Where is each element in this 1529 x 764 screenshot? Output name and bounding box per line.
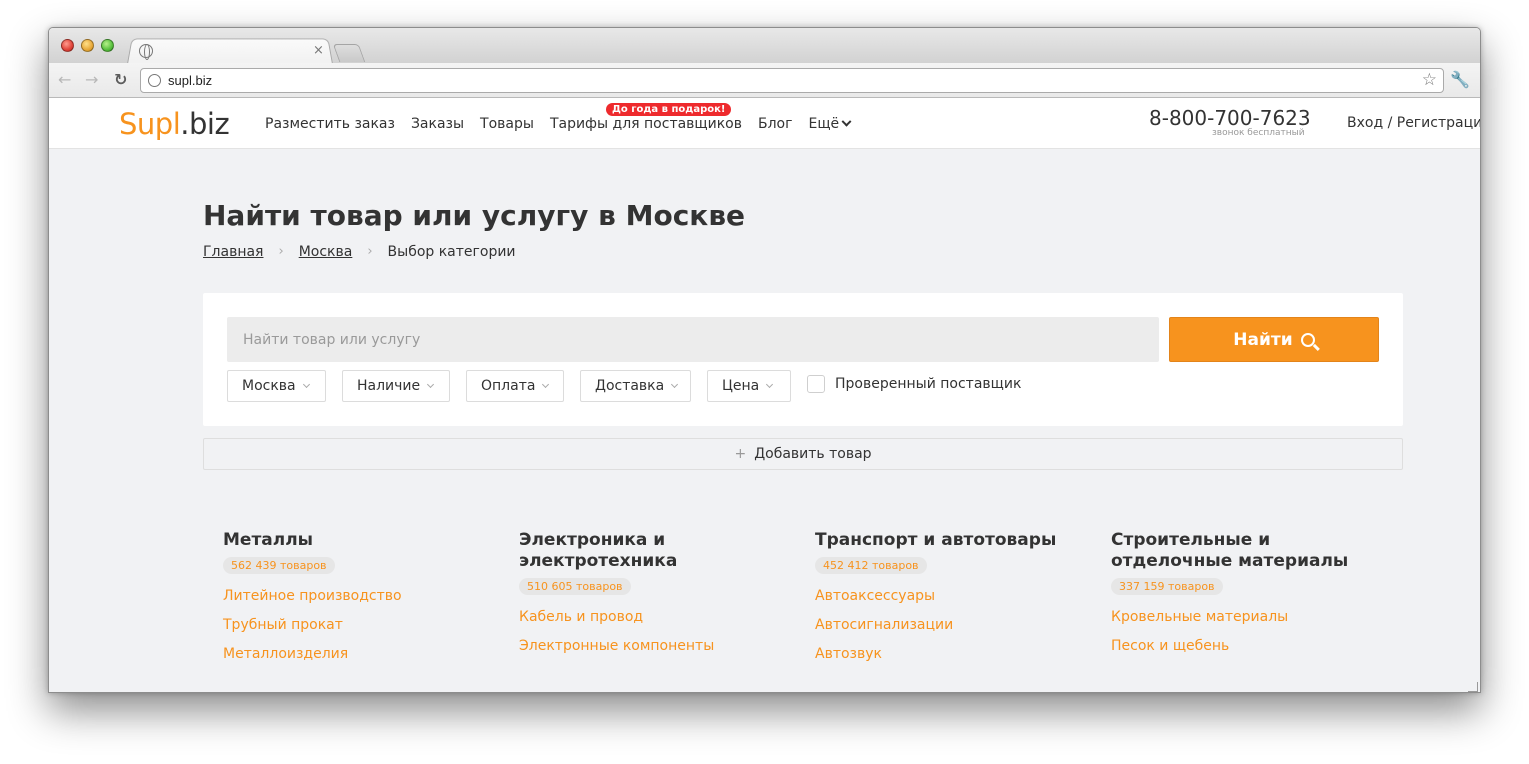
back-arrow-icon[interactable]: ← [58,71,71,89]
menu-item-orders[interactable]: Заказы [411,116,464,132]
breadcrumb-separator: › [367,244,373,259]
address-bar-url[interactable]: supl.biz [168,73,212,88]
category-block: Строительные и отделочные материалы 337 … [1111,530,1391,667]
site-globe-icon [148,74,161,87]
zoom-window-button[interactable] [101,39,114,52]
page-title: Найти товар или услугу в Москве [203,199,746,232]
search-card: Найти Москва Наличие Оплата Доставка Цен… [203,293,1403,426]
filter-payment[interactable]: Оплата [466,370,564,402]
site-logo[interactable]: Supl.biz [119,107,230,141]
subcategory-link[interactable]: Автоаксессуары [815,588,1095,604]
category-count-badge: 337 159 товаров [1111,578,1223,595]
category-title[interactable]: Металлы [223,530,503,551]
subcategory-link[interactable]: Трубный прокат [223,617,503,633]
browser-toolbar: ← → ↻ supl.biz ☆ 🔧 [49,63,1480,98]
category-block: Электроника и электротехника 510 605 тов… [519,530,719,667]
tab-close-icon[interactable]: × [313,43,324,58]
logo-part-1: Supl [119,107,181,141]
subcategory-link[interactable]: Металлоизделия [223,646,503,662]
search-button[interactable]: Найти [1169,317,1379,362]
filter-price[interactable]: Цена [707,370,791,402]
chevron-down-icon [841,116,852,127]
minimize-window-button[interactable] [81,39,94,52]
subcategory-link[interactable]: Электронные компоненты [519,638,719,654]
category-block: Транспорт и автотовары 452 412 товаров А… [815,530,1095,675]
category-title[interactable]: Строительные и отделочные материалы [1111,530,1391,572]
category-count-badge: 562 439 товаров [223,557,335,574]
bookmark-star-icon[interactable]: ☆ [1422,70,1437,90]
category-title[interactable]: Транспорт и автотовары [815,530,1095,551]
category-links: Кабель и провод Электронные компоненты [519,609,719,654]
browser-window: × ← → ↻ supl.biz ☆ 🔧 Supl.biz Разместить… [48,27,1481,693]
verified-supplier-checkbox[interactable] [807,375,825,393]
chevron-down-icon [302,380,310,388]
main-menu: Разместить заказ Заказы Товары Тарифы дл… [265,116,852,132]
menu-item-products[interactable]: Товары [480,116,534,132]
plus-icon: + [734,446,747,462]
filter-availability[interactable]: Наличие [342,370,450,402]
filter-city[interactable]: Москва [227,370,326,402]
category-title[interactable]: Электроника и электротехника [519,530,719,572]
category-links: Литейное производство Трубный прокат Мет… [223,588,503,662]
phone-number[interactable]: 8-800-700-7623 [1149,106,1311,130]
site-header: Supl.biz Разместить заказ Заказы Товары … [49,98,1480,149]
search-icon [1300,332,1315,347]
add-product-button[interactable]: + Добавить товар [203,438,1403,470]
menu-item-blog[interactable]: Блог [758,116,792,132]
category-count-badge: 510 605 товаров [519,578,631,595]
breadcrumb-separator: › [278,244,284,259]
filter-price-label: Цена [722,378,760,394]
breadcrumb-current: Выбор категории [387,244,516,260]
menu-item-more[interactable]: Ещё [808,116,852,132]
chevron-down-icon [427,380,435,388]
filter-delivery-label: Доставка [595,378,665,394]
filter-payment-label: Оплата [481,378,536,394]
breadcrumb-city[interactable]: Москва [299,244,353,260]
subcategory-link[interactable]: Кабель и провод [519,609,719,625]
address-bar[interactable]: supl.biz ☆ [140,68,1444,93]
reload-icon[interactable]: ↻ [114,71,127,89]
window-resize-handle[interactable] [1468,682,1478,692]
search-button-label: Найти [1233,329,1293,350]
filter-delivery[interactable]: Доставка [580,370,691,402]
verified-supplier-label[interactable]: Проверенный поставщик [835,376,1021,392]
forward-arrow-icon[interactable]: → [85,71,98,89]
title-bar: × [49,28,1480,64]
wrench-icon[interactable]: 🔧 [1450,70,1470,89]
filter-availability-label: Наличие [357,378,421,394]
subcategory-link[interactable]: Литейное производство [223,588,503,604]
breadcrumb-home[interactable]: Главная [203,244,263,260]
filter-city-label: Москва [242,378,296,394]
site-viewport: Supl.biz Разместить заказ Заказы Товары … [49,98,1480,692]
chevron-down-icon [542,380,550,388]
search-input[interactable] [227,317,1159,362]
globe-icon [139,44,153,60]
tab-content: × [133,40,333,64]
close-window-button[interactable] [61,39,74,52]
category-links: Кровельные материалы Песок и щебень [1111,609,1391,654]
category-block: Металлы 562 439 товаров Литейное произво… [223,530,503,675]
subcategory-link[interactable]: Автосигнализации [815,617,1095,633]
category-links: Автоаксессуары Автосигнализации Автозвук [815,588,1095,662]
promo-badge: До года в подарок! [606,103,732,116]
add-product-label: Добавить товар [754,446,872,462]
logo-part-2: .biz [180,107,230,141]
phone-note: звонок бесплатный [1212,128,1305,138]
breadcrumb: Главная › Москва › Выбор категории [203,244,516,260]
login-register-link[interactable]: Вход / Регистрация [1347,115,1480,131]
menu-item-tariffs[interactable]: Тарифы для поставщиков [550,116,742,132]
category-count-badge: 452 412 товаров [815,557,927,574]
subcategory-link[interactable]: Кровельные материалы [1111,609,1391,625]
new-tab-button[interactable] [332,44,366,62]
subcategory-link[interactable]: Автозвук [815,646,1095,662]
menu-item-post-order[interactable]: Разместить заказ [265,116,395,132]
chevron-down-icon [766,380,774,388]
subcategory-link[interactable]: Песок и щебень [1111,638,1391,654]
chevron-down-icon [671,380,679,388]
menu-item-more-label: Ещё [808,116,840,132]
